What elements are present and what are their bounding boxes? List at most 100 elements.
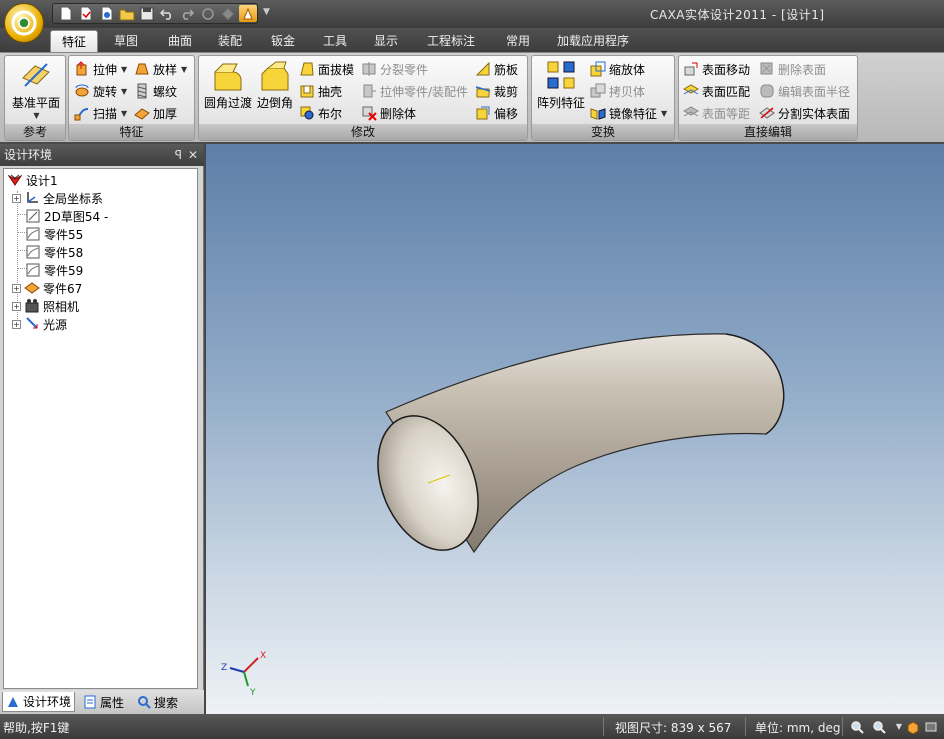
trim-button[interactable]: 裁剪: [475, 81, 518, 101]
stretch-part-button[interactable]: 拉伸零件/装配件: [361, 81, 468, 101]
offset-label: 偏移: [494, 106, 519, 121]
tab-common[interactable]: 常用: [496, 30, 540, 52]
datum-plane-button[interactable]: 基准平面 ▼: [8, 58, 64, 120]
tab-sketch[interactable]: 草图: [104, 30, 148, 52]
zoom-icon[interactable]: [870, 718, 888, 735]
new-file-icon[interactable]: [57, 5, 75, 22]
expand-icon[interactable]: +: [12, 283, 21, 293]
offset-face-button[interactable]: 表面等距: [683, 103, 750, 123]
app-menu-button[interactable]: [4, 3, 44, 43]
tab-sheet-metal[interactable]: 钣金: [261, 30, 305, 52]
expand-icon[interactable]: +: [12, 319, 21, 329]
sweep-dropdown-icon[interactable]: ▼: [121, 109, 127, 118]
group-reference: 基准平面 ▼ 参考: [4, 55, 66, 141]
ribbon: 基准平面 ▼ 参考 拉伸 ▼ 旋转 ▼ 扫描 ▼ 放样 ▼ 螺纹 加厚 特征 圆…: [0, 52, 944, 142]
tree-item-part67[interactable]: + 零件67: [12, 279, 82, 297]
pipe-part[interactable]: [359, 333, 785, 565]
tab-tools[interactable]: 工具: [313, 30, 357, 52]
design-tree: 设计1 + 全局坐标系 2D草图54 - 零件55 零件58 零件59 + 零件…: [3, 168, 198, 689]
close-icon[interactable]: ✕: [188, 144, 198, 166]
mirror-dropdown-icon[interactable]: ▼: [661, 109, 667, 118]
delete-face-label: 删除表面: [778, 62, 827, 77]
tab-load-applications[interactable]: 加载应用程序: [550, 30, 636, 52]
expand-icon[interactable]: +: [12, 301, 21, 311]
tree-label: 零件58: [44, 245, 84, 260]
delete-body-button[interactable]: 删除体: [361, 103, 416, 123]
tree-label: 设计1: [26, 173, 58, 188]
tree-label: 2D草图54 -: [44, 209, 109, 224]
revolve-dropdown-icon[interactable]: ▼: [121, 87, 127, 96]
tree-item-sketch54[interactable]: 2D草图54 -: [25, 207, 108, 225]
pattern-feature-button[interactable]: 阵列特征: [534, 58, 588, 111]
edit-face-radius-button[interactable]: 编辑表面半径: [759, 81, 850, 101]
design-env-icon[interactable]: [238, 5, 258, 22]
tree-item-camera[interactable]: + 照相机: [12, 297, 79, 315]
thicken-button[interactable]: 加厚: [134, 103, 177, 123]
tree-item-part55[interactable]: 零件55: [25, 225, 83, 243]
move-face-label: 表面移动: [702, 62, 751, 77]
delete-face-button[interactable]: 删除表面: [759, 59, 826, 79]
status-separator: [842, 717, 843, 736]
revolve-button[interactable]: 旋转 ▼: [74, 81, 127, 101]
split-part-button[interactable]: 分裂零件: [361, 59, 428, 79]
copy-body-button[interactable]: 拷贝体: [590, 81, 645, 101]
datum-plane-label: 基准平面: [11, 96, 60, 110]
match-face-label: 表面匹配: [702, 84, 751, 99]
sweep-button[interactable]: 扫描 ▼: [74, 103, 127, 123]
view-orientation-icon[interactable]: [904, 718, 922, 735]
boolean-button[interactable]: 布尔: [299, 103, 342, 123]
panel-tab-search[interactable]: 搜索: [134, 692, 181, 712]
panel-tab-properties[interactable]: 属性: [80, 692, 127, 712]
part-icon: [26, 227, 40, 241]
split-solid-face-button[interactable]: 分割实体表面: [759, 103, 850, 123]
shell-button[interactable]: 抽壳: [299, 81, 342, 101]
scale-body-button[interactable]: 缩放体: [590, 59, 645, 79]
tab-assembly[interactable]: 装配: [208, 30, 252, 52]
tab-surface[interactable]: 曲面: [158, 30, 202, 52]
extrude-dropdown-icon[interactable]: ▼: [121, 65, 127, 74]
fillet-button[interactable]: 圆角过渡: [202, 58, 254, 111]
design-environment-icon: [8, 696, 18, 707]
mirror-feature-button[interactable]: 镜像特征 ▼: [590, 103, 667, 123]
tree-item-part58[interactable]: 零件58: [25, 243, 83, 261]
tab-engineering-annotation[interactable]: 工程标注: [418, 30, 484, 52]
match-face-button[interactable]: 表面匹配: [683, 81, 750, 101]
move-face-button[interactable]: 表面移动: [683, 59, 750, 79]
thread-button[interactable]: 螺纹: [134, 81, 177, 101]
qat-customize-icon[interactable]: ▼: [263, 7, 270, 17]
loft-button[interactable]: 放样 ▼: [134, 59, 187, 79]
tree-item-part59[interactable]: 零件59: [25, 261, 83, 279]
extrude-button[interactable]: 拉伸 ▼: [74, 59, 127, 79]
render-mode-icon[interactable]: [922, 718, 940, 735]
tree-item-light-source[interactable]: + 光源: [12, 315, 67, 333]
tree-item-global-coordinate-system[interactable]: + 全局坐标系: [12, 189, 103, 207]
loft-dropdown-icon[interactable]: ▼: [181, 65, 187, 74]
redo-icon[interactable]: [178, 5, 196, 22]
select-icon[interactable]: [219, 5, 237, 22]
group-label-reference: 参考: [5, 124, 65, 140]
new-template-icon[interactable]: [77, 5, 95, 22]
panel-tab-design-environment[interactable]: 设计环境: [2, 692, 76, 712]
zoom-extents-icon[interactable]: [848, 718, 866, 735]
caxa-logo-icon: [11, 10, 37, 36]
tab-display[interactable]: 显示: [364, 30, 408, 52]
tree-item-design1[interactable]: 设计1: [7, 171, 58, 189]
pin-icon[interactable]: ꟼ: [175, 144, 182, 166]
3d-viewport[interactable]: X Z Y: [205, 144, 944, 714]
expand-icon[interactable]: +: [12, 193, 21, 203]
new-design-icon[interactable]: [97, 5, 115, 22]
undo-icon[interactable]: [158, 5, 176, 22]
properties-icon: [84, 695, 96, 709]
chamfer-button[interactable]: 边倒角: [255, 58, 295, 111]
tab-feature[interactable]: 特征: [50, 30, 98, 52]
open-folder-icon[interactable]: [118, 5, 136, 22]
tree-label: 零件55: [44, 227, 84, 242]
refresh-icon[interactable]: [198, 5, 216, 22]
group-label-feature: 特征: [69, 124, 194, 140]
offset-button[interactable]: 偏移: [475, 103, 518, 123]
viewport-canvas[interactable]: X Z Y: [206, 144, 944, 714]
datum-plane-dropdown-icon[interactable]: ▼: [9, 111, 64, 120]
draft-face-button[interactable]: 面拔模: [299, 59, 354, 79]
save-icon[interactable]: [138, 5, 156, 22]
rib-button[interactable]: 筋板: [475, 59, 518, 79]
